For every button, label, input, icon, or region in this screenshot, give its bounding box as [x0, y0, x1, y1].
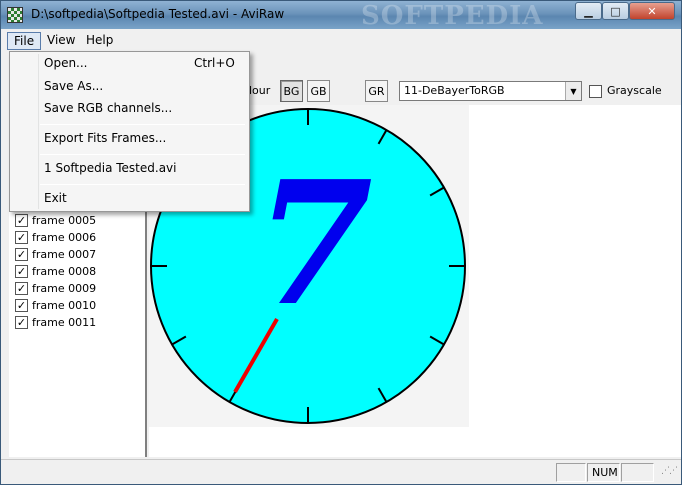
status-bar: NUM ⋰⋰ — [1, 459, 681, 484]
status-panel — [621, 463, 654, 482]
frame-label: frame 0010 — [32, 299, 97, 312]
chevron-down-icon[interactable]: ▼ — [565, 82, 581, 100]
gb-button[interactable]: GB — [307, 80, 330, 102]
minimize-button[interactable]: ▁ — [575, 2, 602, 20]
menu-item-exit[interactable]: Exit — [44, 191, 67, 205]
frame-checkbox[interactable]: ✓ — [15, 299, 28, 312]
watermark-logo: SOFTPEDIA — [361, 1, 544, 31]
menu-gutter — [38, 54, 39, 209]
menu-item-export-fits-frames[interactable]: Export Fits Frames... — [44, 131, 166, 145]
colour-label: lour — [249, 84, 271, 97]
app-icon[interactable] — [7, 7, 23, 23]
bg-button[interactable]: BG — [280, 80, 303, 102]
list-item[interactable]: ✓ frame 0009 — [15, 280, 96, 297]
frame-label: frame 0005 — [32, 214, 97, 227]
menu-separator — [40, 184, 245, 185]
title-bar[interactable]: D:\softpedia\Softpedia Tested.avi - AviR… — [1, 1, 681, 31]
menu-separator — [40, 124, 245, 125]
menu-help[interactable]: Help — [80, 32, 119, 50]
list-item[interactable]: ✓ frame 0010 — [15, 297, 96, 314]
maximize-button[interactable]: □ — [602, 2, 629, 20]
menu-separator — [40, 154, 245, 155]
grayscale-label: Grayscale — [607, 84, 662, 97]
status-panel — [556, 463, 586, 482]
menu-file[interactable]: File — [7, 32, 42, 50]
frame-checkbox[interactable]: ✓ — [15, 248, 28, 261]
grayscale-checkbox[interactable] — [589, 85, 602, 98]
debayer-select-value: 11-DeBayerToRGB — [404, 84, 505, 97]
menu-bar: File View Help — [1, 30, 681, 51]
debayer-select[interactable]: 11-DeBayerToRGB ▼ — [399, 81, 582, 101]
num-lock-indicator: NUM — [587, 463, 620, 482]
frame-label: frame 0008 — [32, 265, 97, 278]
close-button[interactable]: ✕ — [629, 2, 675, 20]
list-item[interactable]: ✓ frame 0005 — [15, 212, 96, 229]
frame-label: frame 0011 — [32, 316, 97, 329]
resize-grip-icon[interactable]: ⋰⋰ — [661, 466, 678, 476]
list-item[interactable]: ✓ frame 0006 — [15, 229, 96, 246]
list-item[interactable]: ✓ frame 0011 — [15, 314, 96, 331]
frame-label: frame 0007 — [32, 248, 97, 261]
frame-label: frame 0009 — [32, 282, 97, 295]
menu-item-open[interactable]: Open... — [44, 56, 88, 70]
menu-view[interactable]: View — [41, 32, 81, 50]
file-menu-dropdown: Open... Ctrl+O Save As... Save RGB chann… — [9, 51, 250, 212]
window-title: D:\softpedia\Softpedia Tested.avi - AviR… — [31, 7, 285, 21]
list-item[interactable]: ✓ frame 0008 — [15, 263, 96, 280]
menu-item-recent-file[interactable]: 1 Softpedia Tested.avi — [44, 161, 176, 175]
app-window: D:\softpedia\Softpedia Tested.avi - AviR… — [0, 0, 682, 485]
menu-item-save-rgb-channels[interactable]: Save RGB channels... — [44, 101, 172, 115]
menu-shortcut-open: Ctrl+O — [194, 56, 235, 70]
list-item[interactable]: ✓ frame 0007 — [15, 246, 96, 263]
frame-checkbox[interactable]: ✓ — [15, 282, 28, 295]
frame-checkbox[interactable]: ✓ — [15, 316, 28, 329]
gr-button[interactable]: GR — [365, 80, 388, 102]
menu-item-save-as[interactable]: Save As... — [44, 79, 103, 93]
frame-checkbox[interactable]: ✓ — [15, 231, 28, 244]
clock-digit: 7 — [255, 144, 373, 344]
frame-checkbox[interactable]: ✓ — [15, 265, 28, 278]
frame-label: frame 0006 — [32, 231, 97, 244]
frame-checkbox[interactable]: ✓ — [15, 214, 28, 227]
